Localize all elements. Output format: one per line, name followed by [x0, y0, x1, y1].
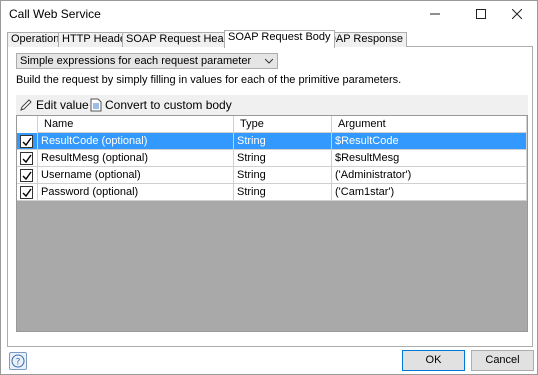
table-row[interactable]: ResultMesg (optional) String $ResultMesg: [17, 150, 527, 167]
tab-soap-request-body[interactable]: SOAP Request Body: [224, 30, 335, 48]
checkmark-icon: [22, 137, 32, 147]
param-type: String: [234, 184, 332, 201]
window-title: Call Web Service: [9, 7, 101, 21]
minimize-button[interactable]: [415, 1, 455, 27]
row-checkbox[interactable]: [20, 135, 33, 148]
grid-header-row: Name Type Argument: [17, 116, 527, 133]
chevron-down-icon: [265, 58, 273, 64]
param-name: ResultCode (optional): [38, 133, 234, 150]
edit-value-button[interactable]: Edit value: [19, 96, 89, 114]
column-header-argument[interactable]: Argument: [332, 116, 527, 133]
ok-button[interactable]: OK: [402, 350, 465, 371]
checkmark-icon: [22, 188, 32, 198]
table-row[interactable]: ResultCode (optional) String $ResultCode: [17, 133, 527, 150]
svg-text:?: ?: [16, 358, 21, 368]
help-button[interactable]: ?: [9, 352, 27, 370]
row-checkbox[interactable]: [20, 186, 33, 199]
parameters-grid: Name Type Argument ResultCode (optional)…: [16, 115, 528, 332]
row-check-cell: [17, 150, 38, 167]
param-argument[interactable]: $ResultCode: [332, 133, 527, 150]
parameters-toolbar: Edit value Convert to custom body: [16, 95, 528, 115]
request-mode-value: Simple expressions for each request para…: [20, 55, 252, 67]
param-name: Password (optional): [38, 184, 234, 201]
param-type: String: [234, 150, 332, 167]
row-check-cell: [17, 184, 38, 201]
close-icon: [512, 9, 522, 19]
description-text: Build the request by simply filling in v…: [16, 74, 402, 86]
row-checkbox[interactable]: [20, 152, 33, 165]
help-icon: ?: [11, 354, 25, 368]
call-web-service-dialog: Call Web Service Operation HTTP Headers …: [0, 0, 538, 375]
convert-custom-body-button[interactable]: Convert to custom body: [90, 96, 232, 114]
cancel-button[interactable]: Cancel: [471, 350, 534, 371]
param-type: String: [234, 133, 332, 150]
soap-request-body-panel: Simple expressions for each request para…: [7, 47, 533, 347]
param-argument[interactable]: $ResultMesg: [332, 150, 527, 167]
param-argument[interactable]: ('Administrator'): [332, 167, 527, 184]
row-checkbox[interactable]: [20, 169, 33, 182]
document-icon: [90, 98, 102, 112]
edit-value-label: Edit value: [36, 98, 89, 112]
param-argument[interactable]: ('Cam1star'): [332, 184, 527, 201]
tab-strip: Operation HTTP Headers SOAP Request Head…: [7, 30, 533, 48]
maximize-icon: [476, 9, 486, 19]
request-mode-select[interactable]: Simple expressions for each request para…: [16, 53, 278, 69]
param-name: ResultMesg (optional): [38, 150, 234, 167]
pencil-icon: [20, 99, 32, 111]
column-header-name[interactable]: Name: [38, 116, 234, 133]
param-type: String: [234, 167, 332, 184]
table-row[interactable]: Password (optional) String ('Cam1star'): [17, 184, 527, 201]
column-header-type[interactable]: Type: [234, 116, 332, 133]
convert-custom-body-label: Convert to custom body: [105, 98, 232, 112]
header-check-column: [17, 116, 38, 133]
title-bar: Call Web Service: [1, 1, 537, 29]
close-button[interactable]: [497, 1, 537, 27]
maximize-button[interactable]: [461, 1, 501, 27]
checkmark-icon: [22, 154, 32, 164]
table-row[interactable]: Username (optional) String ('Administrat…: [17, 167, 527, 184]
tab-operation[interactable]: Operation: [7, 32, 64, 47]
row-check-cell: [17, 167, 38, 184]
checkmark-icon: [22, 171, 32, 181]
minimize-icon: [430, 13, 440, 15]
param-name: Username (optional): [38, 167, 234, 184]
row-check-cell: [17, 133, 38, 150]
